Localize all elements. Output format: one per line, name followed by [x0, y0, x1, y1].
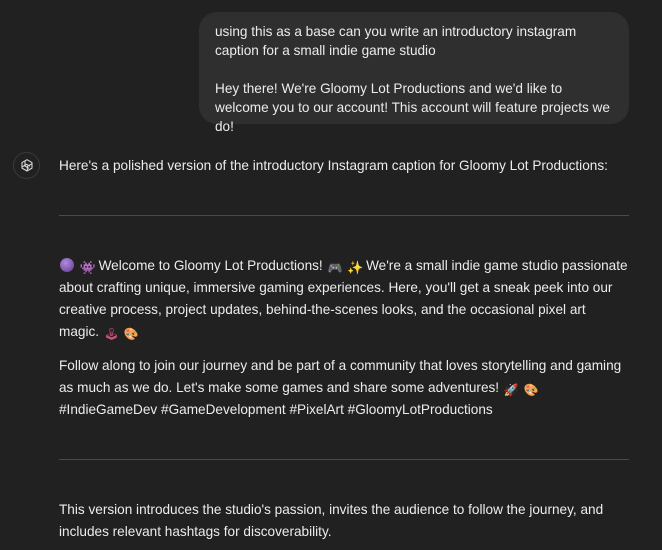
assistant-intro-text: Here's a polished version of the introdu… [59, 158, 608, 173]
assistant-outro-text: This version introduces the studio's pas… [59, 502, 604, 539]
caption-paragraph-2: Follow along to join our journey and be … [59, 355, 629, 421]
divider [59, 459, 629, 460]
joystick-icon: 🕹 [103, 327, 120, 341]
divider [59, 215, 629, 216]
palette-icon: 🎨 [523, 383, 539, 397]
openai-logo-icon [13, 152, 40, 179]
user-message-line-2: Hey there! We're Gloomy Lot Productions … [215, 81, 610, 134]
caption-hashtags: #IndieGameDev #GameDevelopment #PixelArt… [59, 402, 493, 417]
caption-welcome-text: Welcome to Gloomy Lot Productions! [98, 258, 323, 273]
assistant-message: Here's a polished version of the introdu… [59, 155, 629, 543]
alien-monster-icon: 👾 [79, 260, 96, 275]
user-message-line-1: using this as a base can you write an in… [215, 24, 577, 58]
artist-icon: 🎨 [123, 327, 139, 341]
crystal-ball-icon [60, 258, 74, 272]
user-message-bubble: using this as a base can you write an in… [199, 12, 629, 134]
sparkles-icon: ✨ [347, 260, 364, 275]
caption-paragraph-1: 👾 Welcome to Gloomy Lot Productions! 🎮 ✨… [59, 255, 629, 343]
rocket-icon: 🚀 [503, 383, 519, 397]
chat-page: using this as a base can you write an in… [0, 0, 662, 550]
video-game-icon: 🎮 [327, 261, 343, 275]
